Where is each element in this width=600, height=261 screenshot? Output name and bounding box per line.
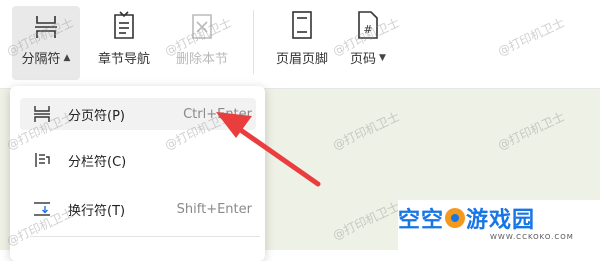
line-break-icon <box>30 200 54 218</box>
logo-text-left: 空空 <box>398 208 445 233</box>
header-footer-label: 页眉页脚 <box>275 52 328 67</box>
delete-section-label: 删除本节 <box>175 52 228 67</box>
chapter-nav-label: 章节导航 <box>97 52 150 67</box>
menu-item-column-break[interactable]: 分栏符(C) <box>20 144 256 176</box>
section-break-menu: 分页符(P) Ctrl+Enter 分栏符(C) 换行符(T) Shift+En… <box>10 86 265 261</box>
chevron-up-icon: ▲ <box>63 52 71 63</box>
chapter-nav-button[interactable]: 章节导航 <box>88 6 160 80</box>
header-footer-icon <box>289 6 315 40</box>
section-break-label: 分隔符 <box>21 52 61 67</box>
chapter-nav-icon <box>111 6 137 40</box>
ribbon-toolbar: 分隔符 ▲ 章节导航 删除本节 页眉页脚 # 页码 ▼ <box>0 0 600 89</box>
site-logo: 空空 游戏园 WWW.CCKOKO.COM <box>398 200 600 250</box>
logo-text-right: 游戏园 <box>466 208 536 233</box>
toolbar-divider <box>253 10 254 74</box>
column-break-icon <box>30 151 54 169</box>
logo-mark-icon <box>444 207 466 235</box>
section-break-button[interactable]: 分隔符 ▲ <box>12 6 80 80</box>
header-footer-button[interactable]: 页眉页脚 <box>266 6 338 80</box>
delete-section-icon <box>189 6 215 40</box>
page-number-icon: # <box>355 6 381 40</box>
menu-item-line-break[interactable]: 换行符(T) Shift+Enter <box>20 193 256 225</box>
menu-item-page-break[interactable]: 分页符(P) Ctrl+Enter <box>20 98 256 130</box>
menu-item-shortcut: Shift+Enter <box>176 201 252 217</box>
chevron-down-icon: ▼ <box>379 52 386 63</box>
delete-section-button[interactable]: 删除本节 <box>166 6 238 80</box>
svg-text:#: # <box>363 23 372 36</box>
page-number-label: 页码 <box>350 52 377 67</box>
menu-divider <box>30 236 260 237</box>
menu-item-label: 换行符(T) <box>68 203 126 219</box>
page-break-icon <box>30 105 54 123</box>
section-break-icon <box>33 6 59 40</box>
logo-url: WWW.CCKOKO.COM <box>490 233 574 241</box>
menu-item-label: 分页符(P) <box>68 108 125 124</box>
menu-item-label: 分栏符(C) <box>68 154 127 170</box>
page-number-button[interactable]: # 页码 ▼ <box>344 6 392 80</box>
menu-item-shortcut: Ctrl+Enter <box>183 106 252 122</box>
